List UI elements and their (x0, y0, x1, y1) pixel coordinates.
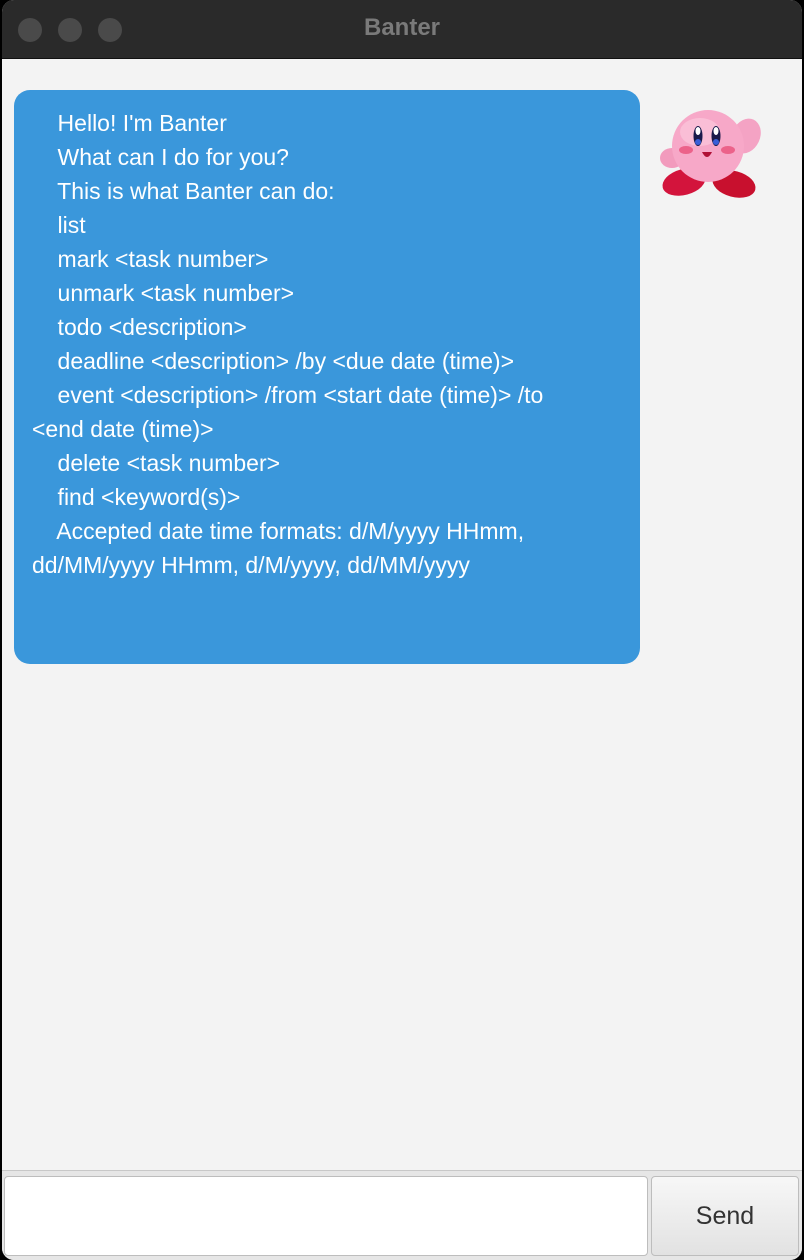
message-line: todo <description> (32, 314, 247, 340)
bot-message-bubble: Hello! I'm Banter What can I do for you?… (14, 90, 640, 664)
message-line: deadline <description> /by <due date (ti… (32, 348, 515, 374)
message-line: <end date (time)> (32, 416, 214, 442)
message-line: unmark <task number> (32, 280, 295, 306)
message-input[interactable] (4, 1176, 648, 1256)
message-line: find <keyword(s)> (32, 484, 241, 510)
message-line: Accepted date time formats: d/M/yyyy HHm… (32, 518, 525, 544)
message-line: list (32, 212, 86, 238)
kirby-avatar (660, 110, 761, 198)
message-line: event <description> /from <start date (t… (32, 382, 544, 408)
message-line: dd/MM/yyyy HHmm, d/M/yyyy, dd/MM/yyyy (32, 552, 470, 578)
send-button[interactable]: Send (651, 1176, 799, 1256)
message-line: What can I do for you? (32, 144, 289, 170)
message-line: This is what Banter can do: (32, 178, 335, 204)
window-title: Banter (363, 14, 441, 41)
title-bar: Banter (2, 0, 802, 59)
app-window: Banter Hello! I'm Banter What can I do f… (2, 0, 802, 1260)
input-bar: Send (2, 1170, 802, 1260)
message-line: delete <task number> (32, 450, 281, 476)
message-line: Hello! I'm Banter (32, 110, 227, 136)
message-line: mark <task number> (32, 246, 269, 272)
chat-scroll-area[interactable]: Hello! I'm Banter What can I do for you?… (2, 59, 802, 1169)
